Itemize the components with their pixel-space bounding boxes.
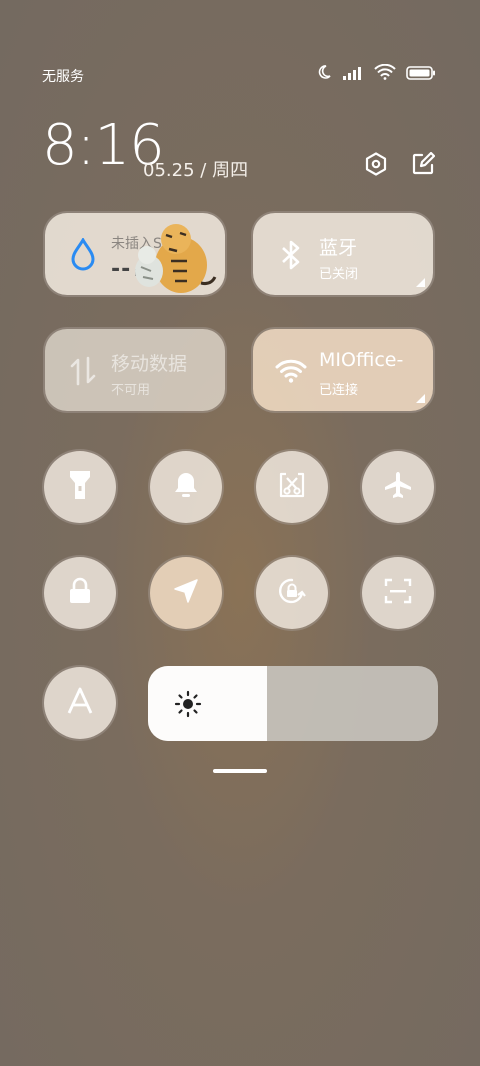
moon-icon xyxy=(316,64,332,84)
screen-lock-toggle[interactable] xyxy=(44,557,116,629)
weekday-label: 周四 xyxy=(212,160,249,181)
mobile-data-title: 移动数据 xyxy=(111,353,188,375)
bluetooth-status: 已关闭 xyxy=(319,267,359,282)
location-icon xyxy=(173,578,199,608)
carrier-status: 无服务 xyxy=(42,69,84,85)
scanner-toggle[interactable] xyxy=(362,557,434,629)
data-usage-number: -- xyxy=(111,257,132,282)
data-usage-tile[interactable]: 未插入SIM卡 --MB xyxy=(45,213,225,295)
date-value: 05.25 xyxy=(143,160,195,181)
silent-toggle[interactable] xyxy=(150,451,222,523)
wifi-tile-icon xyxy=(275,355,307,387)
scan-icon xyxy=(384,577,412,609)
expand-corner-icon xyxy=(416,394,425,403)
wifi-tile[interactable]: MIOffice- 已连接 xyxy=(253,329,433,411)
signal-icon xyxy=(342,65,364,84)
rotation-lock-toggle[interactable] xyxy=(256,557,328,629)
mobile-data-icon xyxy=(67,355,99,387)
bluetooth-tile[interactable]: 蓝牙 已关闭 xyxy=(253,213,433,295)
screenshot-toggle[interactable] xyxy=(256,451,328,523)
date-separator: / xyxy=(200,160,207,181)
wifi-icon xyxy=(374,63,396,84)
bluetooth-icon xyxy=(275,239,307,271)
edit-icon[interactable] xyxy=(409,150,437,178)
tiger-sticker-image xyxy=(131,217,221,295)
flashlight-icon xyxy=(68,469,92,505)
expand-corner-icon xyxy=(416,278,425,287)
bell-icon xyxy=(173,471,199,503)
airplane-icon xyxy=(383,470,413,504)
drag-handle[interactable] xyxy=(213,769,267,773)
sun-icon xyxy=(174,690,202,722)
wifi-network-name: MIOffice- xyxy=(319,349,404,371)
mobile-data-tile[interactable]: 移动数据 不可用 xyxy=(45,329,225,411)
screenshot-icon xyxy=(278,471,306,503)
airplane-mode-toggle[interactable] xyxy=(362,451,434,523)
letter-a-icon xyxy=(67,687,93,719)
location-toggle[interactable] xyxy=(150,557,222,629)
auto-brightness-toggle[interactable] xyxy=(44,667,116,739)
lock-icon xyxy=(68,577,92,609)
flashlight-toggle[interactable] xyxy=(44,451,116,523)
wifi-status: 已连接 xyxy=(319,383,359,398)
bluetooth-title: 蓝牙 xyxy=(319,237,358,259)
battery-icon xyxy=(406,65,436,84)
settings-icon[interactable] xyxy=(362,150,390,178)
water-drop-icon xyxy=(67,238,99,271)
brightness-fill xyxy=(148,666,267,741)
status-icons xyxy=(316,63,436,84)
rotation-lock-icon xyxy=(276,575,308,611)
mobile-data-status: 不可用 xyxy=(111,383,151,398)
brightness-slider[interactable] xyxy=(148,666,438,741)
date-label: 05.25 / 周四 xyxy=(143,156,248,182)
